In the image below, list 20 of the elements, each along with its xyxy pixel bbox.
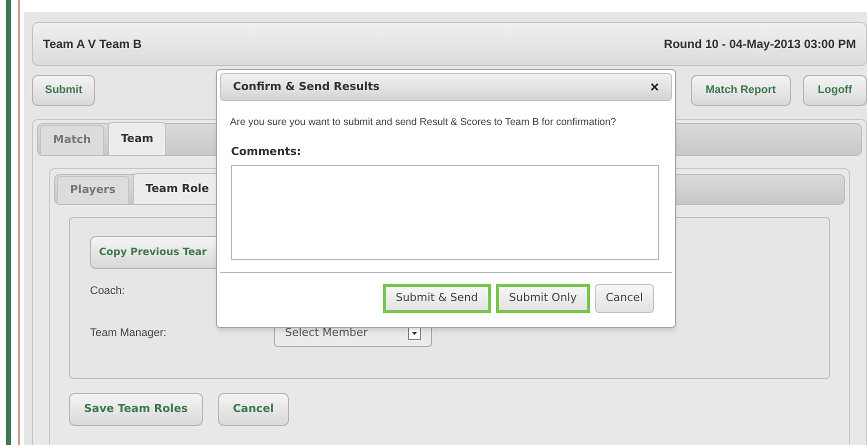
dialog-button[interactable]: Cancel <box>594 284 654 312</box>
toolbar-button[interactable]: Logoff <box>802 75 867 106</box>
comments-label: Comments: <box>231 144 302 160</box>
dialog-button[interactable]: Submit Only <box>496 284 590 312</box>
tab[interactable]: Match <box>40 125 104 155</box>
comments-field[interactable] <box>231 164 659 260</box>
round-date: Round 10 - 04-May-2013 03:00 PM <box>664 36 856 53</box>
tab[interactable]: Team <box>108 122 166 155</box>
match-title: Team A V Team B <box>43 36 142 53</box>
submit-button[interactable]: Submit <box>32 75 96 106</box>
dialog-title: Confirm & Send Results <box>233 78 380 95</box>
cancel-button[interactable]: Cancel <box>218 393 289 426</box>
toolbar-button[interactable]: Match Report <box>690 75 791 106</box>
save-button[interactable]: Save Team Roles <box>69 393 203 426</box>
tab[interactable]: Players <box>57 176 129 204</box>
close-button[interactable]: × <box>650 80 659 94</box>
confirm-message: Are you sure you want to submit and send Result & Scores to Team B for confirmation? <box>230 116 618 130</box>
role-label: Coach: <box>90 284 126 299</box>
dialog-button[interactable]: Submit & Send <box>382 284 492 312</box>
role-label: Team Manager: <box>90 326 168 341</box>
